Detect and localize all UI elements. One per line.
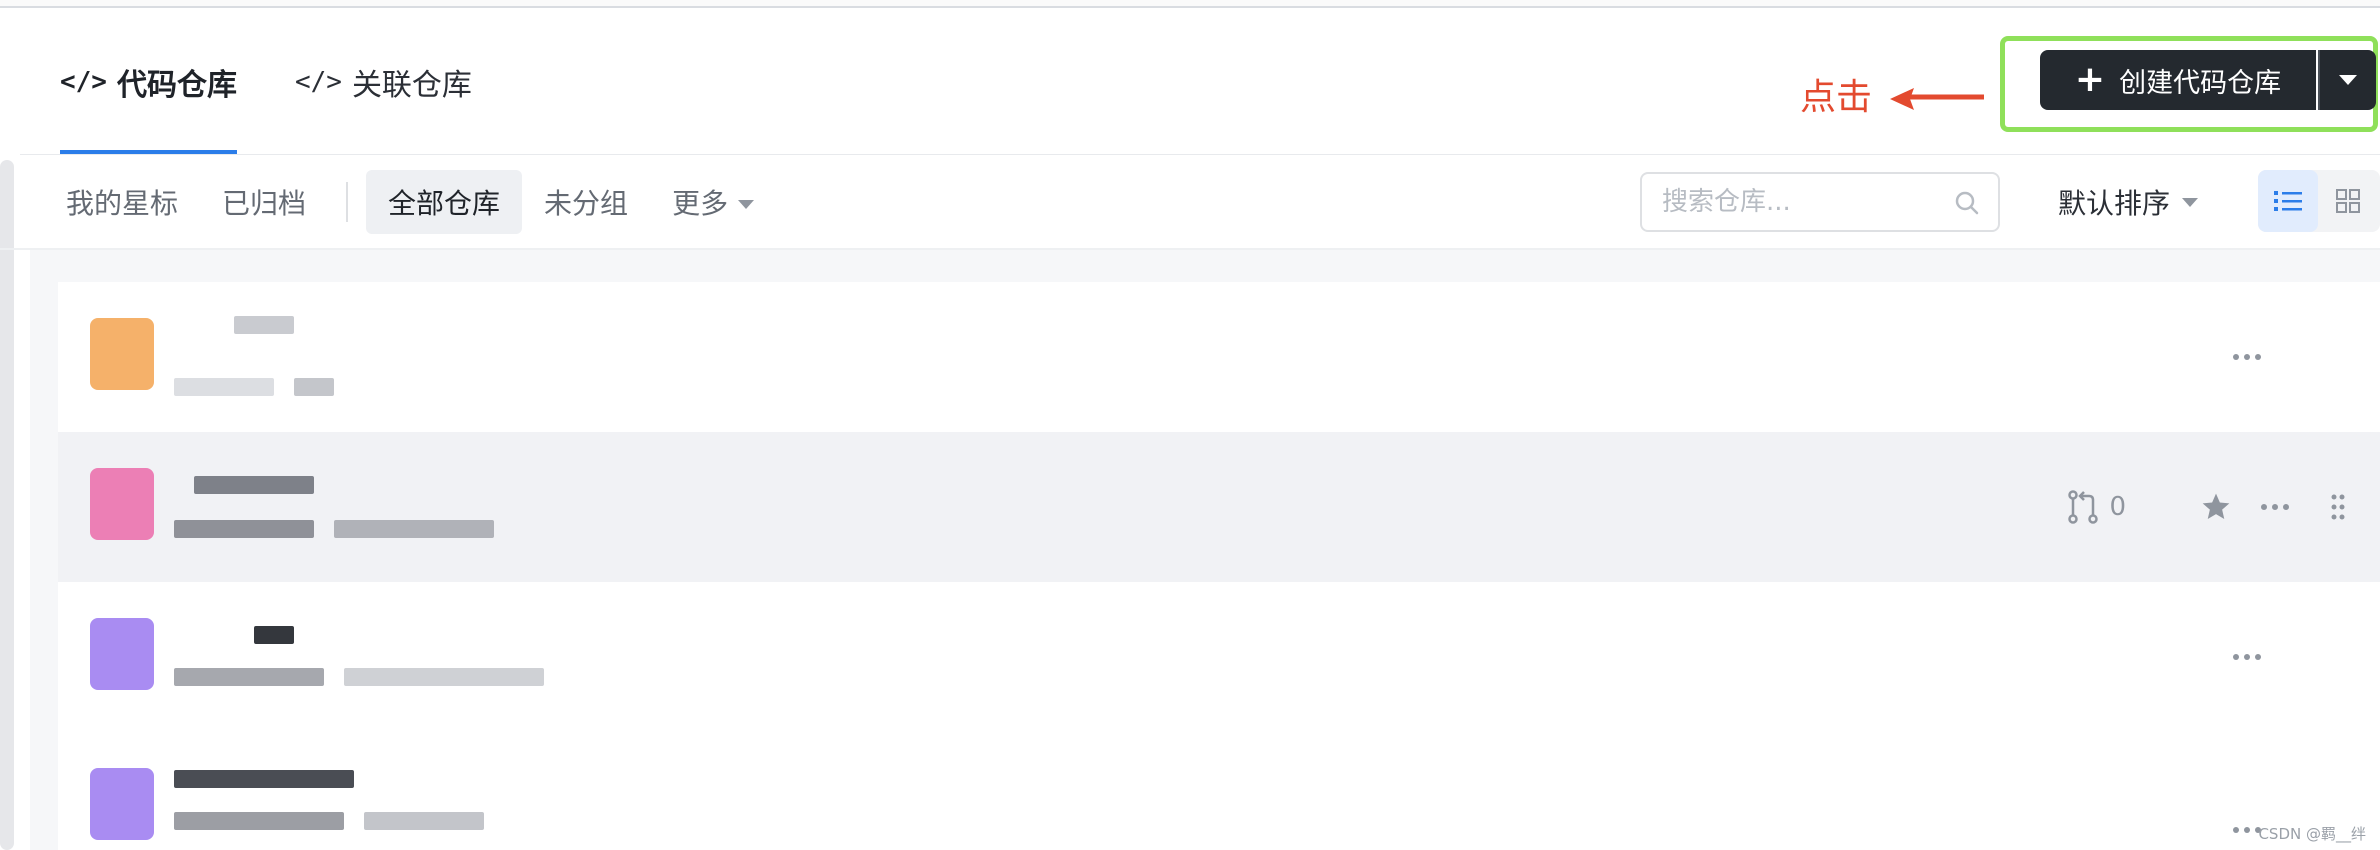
chevron-down-icon xyxy=(738,199,755,209)
annotation-text: 点击 xyxy=(1800,77,1873,118)
tab-linked-repos[interactable]: </> 关联仓库 xyxy=(295,10,472,154)
filter-starred[interactable]: 我的星标 xyxy=(60,170,200,234)
repo-list: 0 xyxy=(58,282,2380,850)
list-view-button[interactable] xyxy=(2258,170,2318,232)
repo-row[interactable] xyxy=(58,582,2380,732)
grid-view-button[interactable] xyxy=(2318,170,2378,232)
annotation-arrow-icon xyxy=(1890,88,1984,110)
repo-row[interactable] xyxy=(58,282,2380,432)
grid-icon xyxy=(2336,189,2360,213)
repo-desc-redacted xyxy=(294,378,334,396)
view-toggle xyxy=(2258,170,2380,232)
repo-desc-redacted xyxy=(334,520,494,538)
repo-desc-redacted xyxy=(174,520,314,538)
repo-tabs: </> 代码仓库 </> 关联仓库 xyxy=(60,10,530,154)
search-icon xyxy=(1955,191,1979,215)
repo-desc-redacted xyxy=(174,812,344,830)
filter-archived[interactable]: 已归档 xyxy=(200,170,328,234)
search-input[interactable] xyxy=(1662,187,1942,217)
drag-handle-icon[interactable] xyxy=(2330,493,2346,521)
window-top-border xyxy=(0,0,2380,8)
repo-desc-redacted xyxy=(344,668,544,686)
tab-label: 关联仓库 xyxy=(351,68,472,103)
sort-dropdown[interactable]: 默认排序 xyxy=(2058,172,2199,232)
tab-code-repos[interactable]: </> 代码仓库 xyxy=(60,10,237,154)
search-box[interactable] xyxy=(1640,172,2000,232)
merge-request-icon xyxy=(2068,490,2099,524)
create-repo-label: 创建代码仓库 xyxy=(2119,67,2282,99)
sort-label: 默认排序 xyxy=(2058,187,2171,220)
filter-more-label: 更多 xyxy=(672,187,729,220)
repo-avatar xyxy=(90,468,154,540)
repo-avatar xyxy=(90,618,154,690)
star-icon[interactable] xyxy=(2200,491,2232,523)
merge-request-number: 0 xyxy=(2109,492,2126,522)
header-divider xyxy=(20,154,2380,155)
filter-ungrouped[interactable]: 未分组 xyxy=(522,170,650,234)
filter-bar: 我的星标 已归档 全部仓库 未分组 更多 xyxy=(60,168,776,236)
repo-desc-redacted xyxy=(174,378,274,396)
watermark: CSDN @羁__绊 xyxy=(2258,825,2366,843)
merge-request-count[interactable]: 0 xyxy=(2067,490,2126,524)
plus-icon: + xyxy=(2074,59,2106,100)
more-icon[interactable] xyxy=(2260,503,2290,511)
list-icon xyxy=(2274,191,2302,211)
repo-row-actions xyxy=(2232,282,2380,432)
create-repo-button[interactable]: + 创建代码仓库 xyxy=(2040,50,2316,110)
repo-avatar xyxy=(90,768,154,840)
repo-avatar xyxy=(90,318,154,390)
create-repo-dropdown-button[interactable] xyxy=(2318,50,2376,110)
repo-name-redacted xyxy=(234,316,294,334)
more-icon[interactable] xyxy=(2232,653,2262,661)
repo-row-actions xyxy=(2232,582,2380,732)
repo-name-redacted xyxy=(194,476,314,494)
repo-name-redacted xyxy=(254,626,294,644)
code-icon: </> xyxy=(294,67,342,97)
chevron-down-icon xyxy=(2339,75,2357,85)
repo-desc-redacted xyxy=(174,668,324,686)
code-icon: </> xyxy=(60,67,107,97)
chevron-down-icon xyxy=(2182,197,2199,207)
more-icon[interactable] xyxy=(2232,353,2262,361)
repo-row[interactable] xyxy=(58,732,2380,850)
repo-name-redacted xyxy=(174,770,354,788)
filter-more-dropdown[interactable]: 更多 xyxy=(650,170,776,234)
left-scrollbar[interactable] xyxy=(0,160,14,850)
filter-separator xyxy=(346,182,349,222)
tab-label: 代码仓库 xyxy=(116,68,237,103)
repo-row-actions: 0 xyxy=(2067,432,2380,582)
filter-all-repos[interactable]: 全部仓库 xyxy=(366,170,523,234)
repo-row[interactable]: 0 xyxy=(58,432,2380,582)
repo-desc-redacted xyxy=(364,812,484,830)
